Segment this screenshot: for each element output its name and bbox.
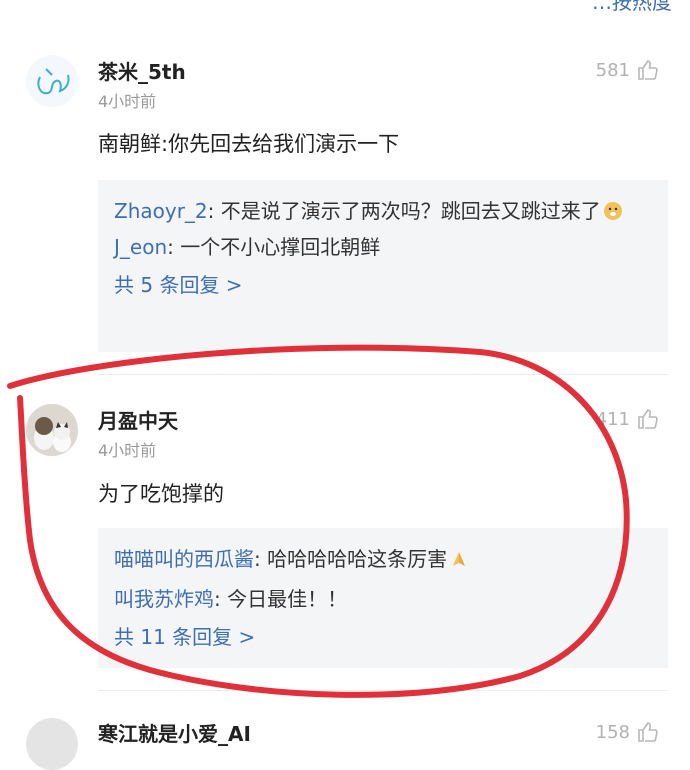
comment-username[interactable]: 月盈中天 [98,405,178,434]
reply-text: 哈哈哈哈哈这条厉害 [267,547,448,571]
reply-item: 叫我苏炸鸡: 今日最佳！！ [114,582,652,616]
like-button[interactable]: 411 [596,407,660,431]
reply-item: 喵喵叫的西瓜酱: 哈哈哈哈哈这条厉害 [114,542,652,576]
reply-username[interactable]: 叫我苏炸鸡 [114,587,214,611]
reply-separator: : [214,587,228,611]
comment-username[interactable]: 寒江就是小爱_AI [98,718,251,747]
signature-avatar-icon [37,68,70,95]
avatar[interactable] [26,55,78,107]
like-button[interactable]: 158 [596,720,660,744]
more-replies-link[interactable]: 共 11 条回复 > [114,622,652,652]
reply-text: 今日最佳！！ [227,587,348,611]
reply-text: 一个不小心撑回北朝鲜 [180,235,381,259]
thumbs-up-icon [638,721,658,742]
like-count: 158 [595,721,630,743]
divider [98,374,668,375]
sort-toggle-fragment[interactable]: …按热度 [592,0,672,15]
reply-separator: : [167,235,181,259]
comment-text: 南朝鲜:你先回去给我们演示一下 [98,132,400,156]
pray-hands-emoji-icon [453,552,466,566]
reply-separator: : [207,199,221,223]
reply-item: Zhaoyr_2: 不是说了演示了两次吗？跳回去又跳过来了 [114,194,652,228]
reply-username[interactable]: J_eon [114,235,167,259]
reply-box: Zhaoyr_2: 不是说了演示了两次吗？跳回去又跳过来了 J_eon: 一个不… [98,180,668,352]
cats-avatar-icon [26,404,78,456]
comment-username[interactable]: 茶米_5th [98,56,186,85]
comment-time: 4小时前 [98,92,157,111]
reply-username[interactable]: Zhaoyr_2 [114,199,208,223]
reply-separator: : [254,547,268,571]
reply-item: J_eon: 一个不小心撑回北朝鲜 [114,230,652,264]
reply-text: 不是说了演示了两次吗？跳回去又跳过来了 [220,199,601,223]
reply-username[interactable]: 喵喵叫的西瓜酱 [114,547,254,571]
thumbs-up-icon [638,408,658,429]
comment-text: 为了吃饱撑的 [98,482,224,506]
reply-box: 喵喵叫的西瓜酱: 哈哈哈哈哈这条厉害 叫我苏炸鸡: 今日最佳！！ 共 11 条回… [98,528,668,668]
like-button[interactable]: 581 [596,58,660,82]
avatar[interactable] [26,404,78,456]
more-replies-link[interactable]: 共 5 条回复 > [114,270,652,300]
comment-time: 4小时前 [98,441,157,460]
divider [98,690,668,691]
avatar[interactable] [26,718,78,770]
thumbs-up-icon [638,59,658,80]
doge-emoji-icon [603,202,622,220]
like-count: 411 [595,408,630,430]
like-count: 581 [595,59,630,81]
